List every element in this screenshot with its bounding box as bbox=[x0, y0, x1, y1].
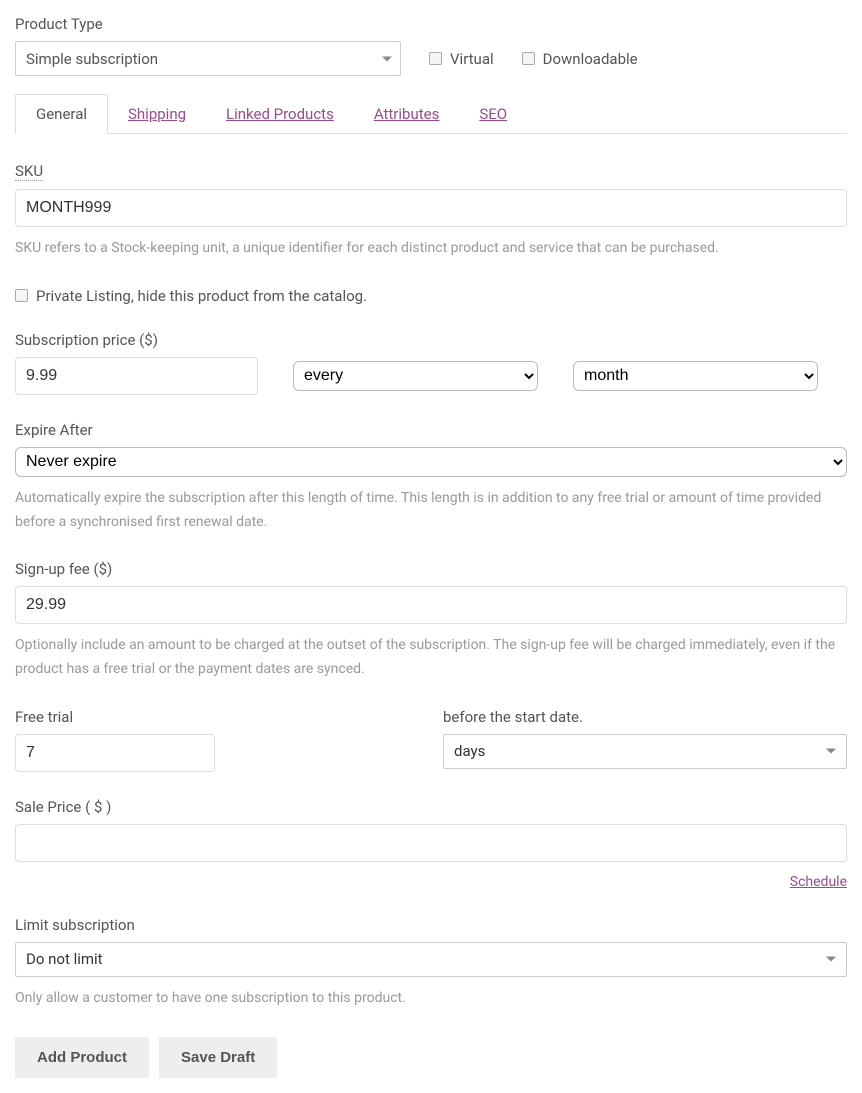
tab-shipping[interactable]: Shipping bbox=[108, 95, 206, 133]
chevron-down-icon bbox=[382, 56, 392, 61]
downloadable-checkbox[interactable]: Downloadable bbox=[522, 50, 638, 68]
sale-price-label: Sale Price ( $ ) bbox=[15, 798, 847, 816]
tab-seo[interactable]: SEO bbox=[459, 95, 527, 133]
trial-unit-select[interactable]: days bbox=[443, 734, 847, 769]
virtual-checkbox[interactable]: Virtual bbox=[429, 50, 494, 68]
chevron-down-icon bbox=[826, 957, 836, 962]
add-product-button[interactable]: Add Product bbox=[15, 1037, 149, 1078]
sku-help: SKU refers to a Stock-keeping unit, a un… bbox=[15, 237, 847, 261]
sale-price-input[interactable] bbox=[15, 824, 847, 862]
checkbox-icon bbox=[15, 289, 28, 302]
checkbox-icon bbox=[429, 52, 442, 65]
limit-subscription-select[interactable]: Do not limit bbox=[15, 942, 847, 977]
signup-fee-label: Sign-up fee ($) bbox=[15, 560, 847, 578]
expire-after-select[interactable]: Never expire bbox=[15, 447, 847, 477]
subscription-price-input[interactable] bbox=[15, 357, 258, 395]
free-trial-input[interactable] bbox=[15, 734, 215, 772]
limit-subscription-help: Only allow a customer to have one subscr… bbox=[15, 987, 847, 1011]
expire-after-help: Automatically expire the subscription af… bbox=[15, 487, 847, 535]
subscription-price-label: Subscription price ($) bbox=[15, 331, 847, 349]
private-listing-label: Private Listing, hide this product from … bbox=[36, 287, 367, 305]
chevron-down-icon bbox=[826, 749, 836, 754]
limit-subscription-value: Do not limit bbox=[26, 950, 103, 968]
trial-unit-value: days bbox=[454, 742, 485, 760]
tab-linked-products[interactable]: Linked Products bbox=[206, 95, 354, 133]
product-type-value: Simple subscription bbox=[26, 50, 158, 68]
schedule-link[interactable]: Schedule bbox=[790, 874, 847, 890]
sku-label: SKU bbox=[15, 162, 43, 181]
free-trial-label: Free trial bbox=[15, 708, 419, 726]
signup-fee-input[interactable] bbox=[15, 586, 847, 624]
sku-input[interactable] bbox=[15, 189, 847, 227]
product-type-label: Product Type bbox=[15, 15, 847, 33]
before-start-label: before the start date. bbox=[443, 708, 847, 726]
subscription-interval-select[interactable]: every bbox=[293, 361, 538, 391]
product-type-select[interactable]: Simple subscription bbox=[15, 41, 401, 76]
subscription-period-select[interactable]: month bbox=[573, 361, 818, 391]
downloadable-label: Downloadable bbox=[543, 50, 638, 68]
save-draft-button[interactable]: Save Draft bbox=[159, 1037, 277, 1078]
virtual-label: Virtual bbox=[450, 50, 494, 68]
expire-after-label: Expire After bbox=[15, 421, 847, 439]
limit-subscription-label: Limit subscription bbox=[15, 916, 847, 934]
tab-attributes[interactable]: Attributes bbox=[354, 95, 460, 133]
tab-general[interactable]: General bbox=[15, 94, 108, 134]
checkbox-icon bbox=[522, 52, 535, 65]
private-listing-checkbox[interactable]: Private Listing, hide this product from … bbox=[15, 287, 847, 305]
product-tabs: General Shipping Linked Products Attribu… bbox=[15, 94, 847, 134]
signup-fee-help: Optionally include an amount to be charg… bbox=[15, 634, 847, 682]
